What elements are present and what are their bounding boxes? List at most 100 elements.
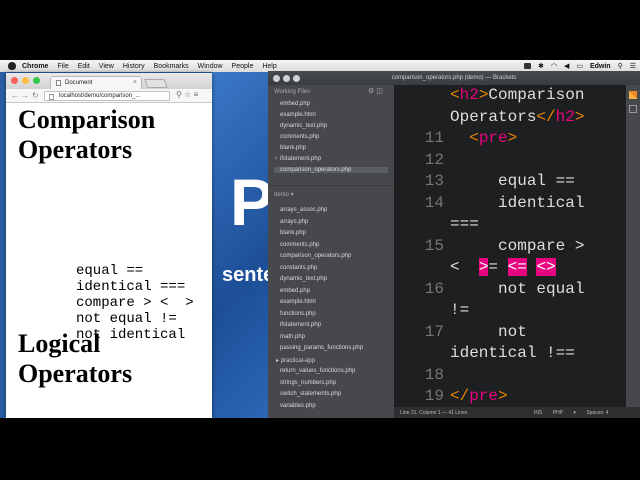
brackets-window: comparison_operators.php (demo) — Bracke… [268, 71, 640, 418]
pre-line: compare > < > [76, 295, 194, 311]
project-file-item[interactable]: constants.php [280, 265, 317, 271]
code-editor[interactable]: 11 12 13 14 15 16 17 18 19 <h2>Comparison Ope… [394, 85, 626, 407]
code-line: equal == [450, 172, 575, 190]
working-file-item-active[interactable]: comparison_operators.php [274, 167, 388, 173]
spaces-setting[interactable]: Spaces: 4 [586, 410, 608, 416]
code-line: <h2>Comparison [450, 86, 585, 104]
project-file-item[interactable]: passing_params_functions.php [280, 345, 363, 351]
close-tab-icon[interactable]: × [133, 79, 137, 86]
back-arrow-icon[interactable]: ← [11, 91, 19, 100]
zoom-window-button[interactable] [33, 77, 40, 84]
project-file-item[interactable]: return_values_functions.php [280, 368, 355, 374]
code-line: < >= <= <> [450, 258, 556, 276]
line-number [394, 257, 444, 279]
menu-people[interactable]: People [232, 63, 254, 70]
project-file-item[interactable]: comparison_operators.php [280, 253, 351, 259]
project-file-item[interactable]: strings_numbers.php [280, 380, 336, 386]
extension-toolbar [626, 85, 640, 407]
minimize-window-button[interactable] [22, 77, 29, 84]
menu-view[interactable]: View [99, 63, 114, 70]
code-line: <pre> [469, 129, 518, 147]
code-line: identical [450, 193, 585, 212]
browser-window: Document × ← → ↻ localhost/demo/comparis… [6, 73, 212, 418]
code-text[interactable]: <h2>Comparison Operators</h2> <pre> equal… [450, 85, 626, 407]
menu-history[interactable]: History [123, 63, 145, 70]
working-file-item[interactable]: comments.php [280, 134, 319, 140]
new-tab-button[interactable] [144, 79, 168, 88]
line-number [394, 214, 444, 236]
working-file-item[interactable]: example.html [280, 112, 316, 118]
brackets-titlebar: comparison_operators.php (demo) — Bracke… [268, 71, 640, 85]
menu-extra-icon[interactable] [523, 63, 531, 69]
line-number: 14 [424, 193, 444, 212]
menu-icon[interactable]: ≡ [194, 90, 199, 99]
bluetooth-icon[interactable]: ✱ [538, 62, 544, 70]
project-folder-item[interactable]: ▸ practical-app [276, 357, 315, 364]
close-window-button[interactable] [11, 77, 18, 84]
heading-logical: Logical [18, 329, 101, 358]
desktop-background: P sente [212, 72, 272, 418]
document-icon [56, 80, 61, 86]
language-select[interactable]: PHP ▾ [553, 410, 576, 416]
menu-bookmarks[interactable]: Bookmarks [154, 63, 189, 70]
menu-edit[interactable]: Edit [78, 63, 90, 70]
project-file-item[interactable]: variables.php [280, 403, 316, 409]
project-file-item[interactable]: ifstatement.php [280, 322, 321, 328]
star-icon[interactable]: ☆ [184, 90, 191, 99]
project-file-item[interactable]: math.php [280, 334, 305, 340]
list-icon[interactable]: ☰ [630, 62, 636, 70]
user-name[interactable]: Edwin [590, 63, 611, 70]
brackets-close-button[interactable] [273, 75, 280, 82]
browser-tab[interactable]: Document × [50, 76, 142, 89]
line-number: 12 [424, 150, 444, 169]
working-file-item[interactable]: blank.php [280, 145, 306, 151]
project-file-item[interactable]: embed.php [280, 288, 310, 294]
project-file-item[interactable]: switch_statements.php [280, 391, 341, 397]
working-file-item[interactable]: dynamic_text.php [280, 123, 327, 129]
working-file-item[interactable]: × ifstatement.php [274, 156, 321, 162]
project-file-item[interactable]: arrays_assoc.php [280, 207, 327, 213]
editor-status-bar: Line 21, Column 1 — 41 Lines INS PHP ▾ S… [394, 407, 640, 418]
menu-file[interactable]: File [57, 63, 68, 70]
line-number: 18 [424, 365, 444, 384]
forward-arrow-icon[interactable]: → [21, 91, 29, 100]
wifi-icon[interactable]: ◠ [551, 62, 557, 70]
project-name: demo [274, 192, 290, 198]
reload-icon[interactable]: ↻ [32, 91, 39, 100]
insert-mode[interactable]: INS [534, 410, 542, 416]
search-icon[interactable]: ⚲ [618, 62, 623, 70]
project-file-item[interactable]: functions.php [280, 311, 316, 317]
address-bar[interactable]: localhost/demo/comparison_... [44, 91, 170, 101]
extension-manager-icon[interactable] [629, 105, 637, 113]
working-file-item[interactable]: embed.php [280, 101, 310, 107]
project-file-item[interactable]: example.html [280, 299, 316, 305]
project-label[interactable]: demo ▾ [274, 191, 294, 198]
menu-help[interactable]: Help [262, 63, 276, 70]
gear-icon[interactable]: ⚙ ◫ [368, 87, 383, 95]
project-file-item[interactable]: dynamic_text.php [280, 276, 327, 282]
menu-app-name[interactable]: Chrome [22, 63, 48, 70]
close-file-icon[interactable]: × [274, 156, 278, 162]
volume-icon[interactable]: ◀ [564, 62, 569, 70]
line-number: 11 [424, 129, 444, 147]
zoom-icon[interactable]: ⚲ [176, 90, 182, 99]
code-line: </pre> [450, 387, 508, 405]
heading-comparison: Comparison [18, 105, 156, 134]
brackets-minimize-button[interactable] [283, 75, 290, 82]
page-icon [49, 94, 54, 100]
menu-window[interactable]: Window [198, 63, 223, 70]
project-file-item[interactable]: blank.php [280, 230, 306, 236]
cursor-position: Line 21, Column 1 — 41 Lines [400, 410, 468, 416]
live-preview-icon[interactable] [629, 91, 637, 99]
line-number: 13 [424, 172, 444, 190]
pre-line: not equal != [76, 311, 177, 327]
project-file-item[interactable]: comments.php [280, 242, 319, 248]
brackets-zoom-button[interactable] [293, 75, 300, 82]
battery-icon[interactable]: ▭ [576, 62, 583, 70]
code-line: compare > [450, 236, 585, 255]
project-file-item[interactable]: arrays.php [280, 219, 308, 225]
apple-icon[interactable] [8, 62, 16, 70]
heading-operators: Operators [18, 135, 133, 164]
file-sidebar: Working Files ⚙ ◫ embed.php example.html… [268, 85, 394, 418]
